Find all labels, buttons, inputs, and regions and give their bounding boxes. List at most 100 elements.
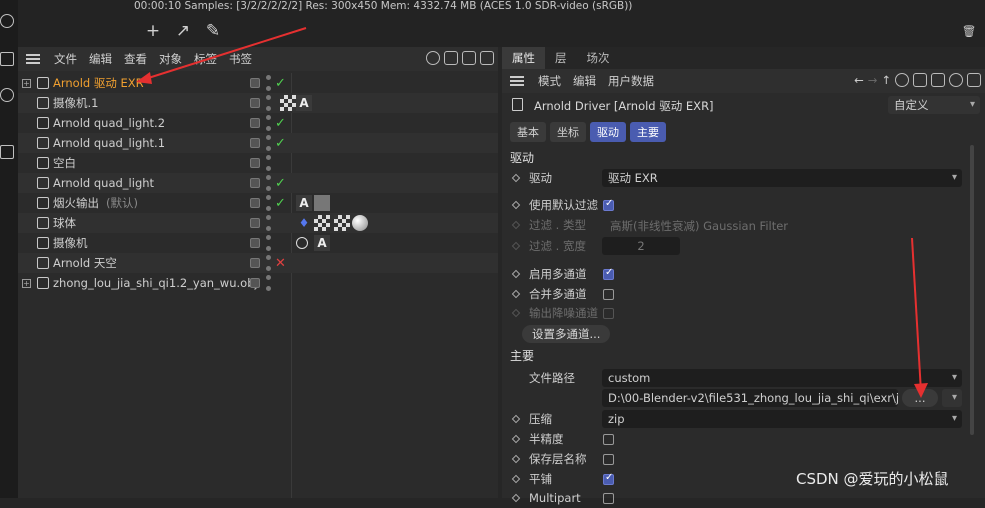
tab-attributes[interactable]: 属性 [502, 47, 545, 69]
visibility-dots[interactable] [265, 215, 271, 231]
expand-icon[interactable] [480, 51, 494, 65]
preset-dropdown[interactable]: 自定义 [888, 96, 980, 114]
browse-button[interactable]: ... [902, 389, 938, 407]
arnold-tag-icon[interactable]: A [296, 95, 312, 111]
object-row[interactable]: 摄像机.1 A [18, 93, 498, 113]
keyframe-icon[interactable] [511, 434, 521, 444]
up-icon[interactable]: ↑ [881, 73, 891, 87]
compression-dropdown[interactable]: zip [602, 410, 962, 428]
om-menu-bookmark[interactable]: 书签 [223, 51, 258, 67]
keyframe-icon[interactable] [511, 200, 521, 210]
object-row[interactable]: + Arnold 驱动 EXR ✓ [18, 73, 498, 93]
keyframe-icon[interactable] [511, 173, 521, 183]
visibility-dots[interactable] [265, 115, 271, 131]
trash-icon[interactable]: 🗑 [958, 20, 980, 42]
layer-icon[interactable] [250, 138, 260, 148]
visibility-dots[interactable] [265, 155, 271, 171]
object-row[interactable]: 球体 ♦ [18, 213, 498, 233]
visibility-dots[interactable] [265, 235, 271, 251]
filepath-mode-dropdown[interactable]: custom [602, 369, 962, 387]
visibility-dots[interactable] [265, 175, 271, 191]
target-icon[interactable] [949, 73, 963, 87]
object-name[interactable]: 烟火输出 [53, 195, 99, 211]
menu-icon[interactable] [26, 54, 40, 64]
object-row[interactable]: Arnold quad_light.1 ✓ [18, 133, 498, 153]
layer-icon[interactable] [250, 178, 260, 188]
subtab-coord[interactable]: 坐标 [550, 122, 586, 142]
filter-icon[interactable] [462, 51, 476, 65]
object-name[interactable]: 空白 [53, 155, 76, 171]
setup-multipass-button[interactable]: 设置多通道... [522, 325, 611, 343]
camera-icon[interactable] [0, 52, 14, 66]
home-icon[interactable] [444, 51, 458, 65]
visibility-dots[interactable] [265, 195, 271, 211]
om-menu-file[interactable]: 文件 [48, 51, 83, 67]
light-icon[interactable] [0, 88, 14, 102]
attr-menu-userdata[interactable]: 用户数据 [602, 73, 660, 89]
om-menu-edit[interactable]: 编辑 [83, 51, 118, 67]
om-menu-view[interactable]: 查看 [118, 51, 153, 67]
enabled-check-icon[interactable]: ✓ [275, 76, 286, 91]
visibility-dots[interactable] [265, 135, 271, 151]
expand-toggle-icon[interactable]: + [22, 78, 31, 88]
filepath-input[interactable]: D:\00-Blender-v2\file531_zhong_lou_jia_s… [602, 389, 898, 407]
keyframe-icon[interactable] [511, 454, 521, 464]
texture-tag-icon[interactable] [280, 95, 296, 111]
enabled-check-icon[interactable]: ✓ [275, 116, 286, 131]
object-name[interactable]: Arnold quad_light [53, 176, 154, 190]
attr-menu-mode[interactable]: 模式 [532, 73, 567, 89]
object-row[interactable]: + zhong_lou_jia_shi_qi1.2_yan_wu.obj [18, 273, 498, 293]
tiled-checkbox[interactable] [603, 472, 614, 485]
expand-icon[interactable] [967, 73, 981, 87]
object-name[interactable]: Arnold quad_light.2 [53, 116, 165, 130]
filepath-options-dropdown[interactable] [942, 389, 962, 407]
texture-tag-icon[interactable] [334, 215, 350, 231]
object-name[interactable]: 摄像机 [53, 235, 88, 251]
texture-tag-icon[interactable] [314, 215, 330, 231]
back-icon[interactable]: ← [854, 73, 864, 87]
search-icon[interactable] [895, 73, 909, 87]
arnold-tag-icon[interactable]: A [296, 195, 312, 211]
subtab-basic[interactable]: 基本 [510, 122, 546, 142]
subtab-driver[interactable]: 驱动 [590, 122, 626, 142]
layer-icon[interactable] [250, 218, 260, 228]
object-row[interactable]: Arnold quad_light.2 ✓ [18, 113, 498, 133]
tab-layers[interactable]: 层 [545, 47, 577, 69]
keyframe-icon[interactable] [511, 493, 521, 503]
globe-icon[interactable] [0, 14, 14, 28]
multipart-checkbox[interactable] [603, 493, 614, 504]
menu-icon[interactable] [510, 76, 524, 86]
add-icon[interactable]: + [140, 18, 166, 44]
arrow-icon[interactable]: ↗ [170, 18, 196, 44]
visibility-dots[interactable] [265, 275, 271, 291]
enabled-check-icon[interactable]: ✓ [275, 136, 286, 151]
keyframe-icon[interactable] [511, 474, 521, 484]
object-row[interactable]: 烟火输出 ✓ A (默认) [18, 193, 498, 213]
om-menu-object[interactable]: 对象 [153, 51, 188, 67]
object-name[interactable]: 球体 [53, 215, 76, 231]
object-name[interactable]: Arnold 驱动 EXR [53, 75, 144, 91]
keyframe-icon[interactable] [511, 269, 521, 279]
object-row[interactable]: 摄像机 A [18, 233, 498, 253]
filter-icon[interactable] [913, 73, 927, 87]
scrollbar[interactable] [970, 145, 974, 435]
visibility-dots[interactable] [265, 75, 271, 91]
layer-icon[interactable] [250, 258, 260, 268]
cube-icon[interactable] [0, 145, 14, 159]
object-row[interactable]: Arnold quad_light ✓ [18, 173, 498, 193]
material-sphere-icon[interactable] [352, 215, 368, 231]
enabled-check-icon[interactable]: ✓ [275, 196, 286, 211]
om-menu-tag[interactable]: 标签 [188, 51, 223, 67]
layer-icon[interactable] [250, 278, 260, 288]
object-name[interactable]: Arnold quad_light.1 [53, 136, 165, 150]
tab-takes[interactable]: 场次 [577, 47, 620, 69]
save-layer-names-checkbox[interactable] [603, 454, 614, 465]
subtab-main[interactable]: 主要 [630, 122, 666, 142]
visibility-dots[interactable] [265, 95, 271, 111]
object-name[interactable]: zhong_lou_jia_shi_qi1.2_yan_wu.obj [53, 276, 258, 290]
multipass-checkbox[interactable] [603, 267, 614, 280]
protection-tag-icon[interactable] [296, 237, 308, 249]
disabled-x-icon[interactable]: ✕ [275, 256, 286, 271]
object-name[interactable]: Arnold 天空 [53, 255, 117, 271]
fire-tag-icon[interactable]: ♦ [296, 215, 312, 231]
